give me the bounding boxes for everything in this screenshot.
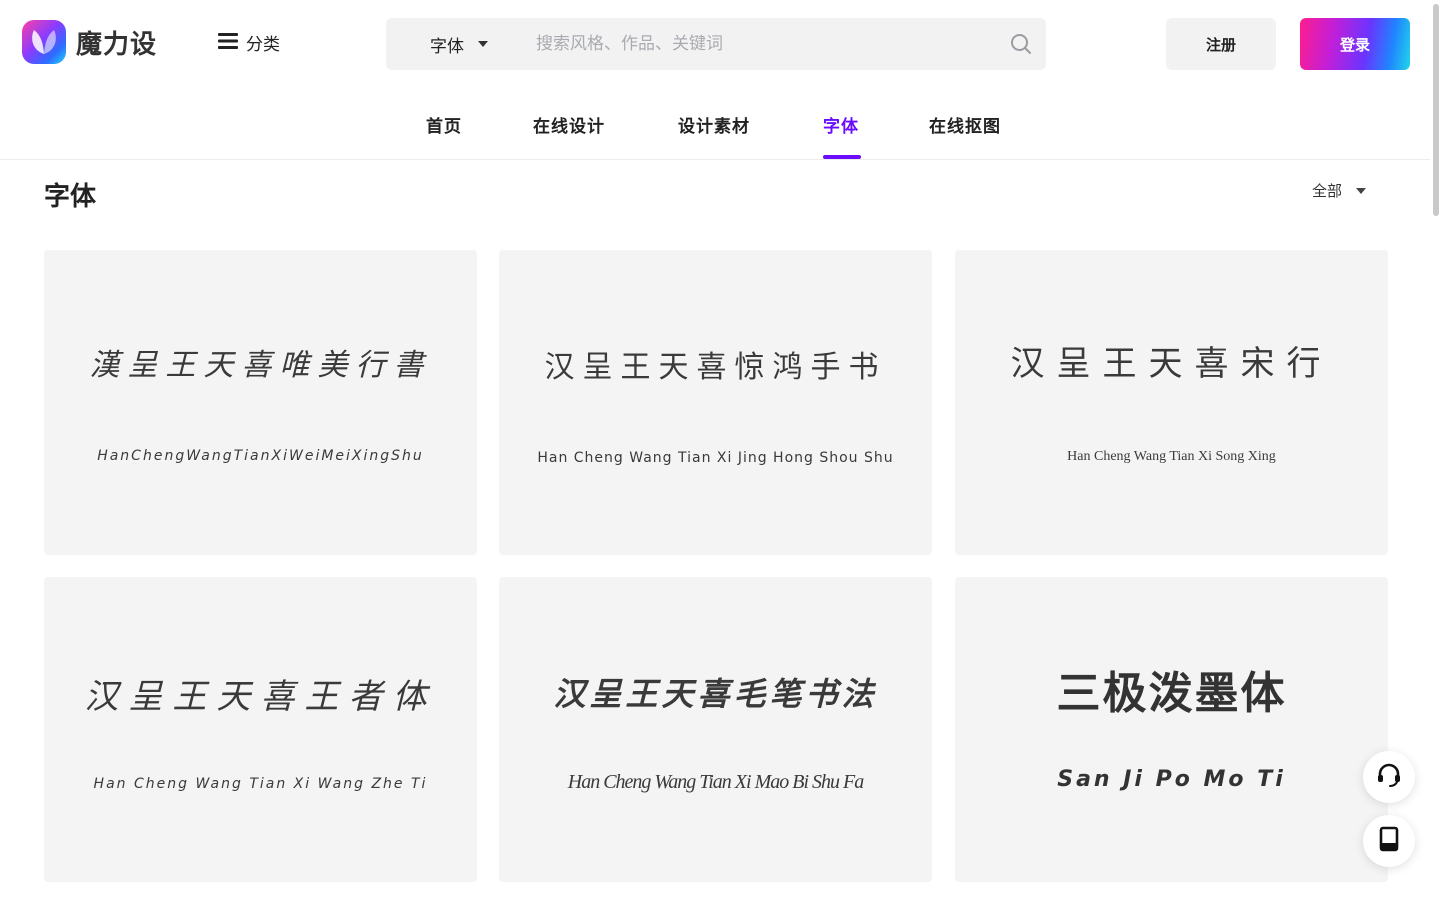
nav-item-home[interactable]: 首页: [426, 112, 462, 137]
caret-down-icon: [1356, 187, 1367, 194]
font-card[interactable]: 汉呈王天喜毛笔书法 Han Cheng Wang Tian Xi Mao Bi …: [499, 577, 932, 882]
nav-item-online-design[interactable]: 在线设计: [533, 112, 605, 137]
font-sample-text: 汉呈王天喜惊鸿手书: [544, 350, 887, 385]
font-sample-text: 汉呈王天喜王者体: [84, 677, 437, 717]
font-name-text: Han Cheng Wang Tian Xi Song Xing: [1067, 449, 1276, 464]
filter-select[interactable]: 全部: [1312, 180, 1367, 201]
customer-service-button[interactable]: [1363, 751, 1415, 803]
nav-item-online-cutout[interactable]: 在线抠图: [929, 112, 1001, 137]
font-name-text: Han Cheng Wang Tian Xi Mao Bi Shu Fa: [567, 771, 864, 793]
category-label: 分类: [246, 35, 280, 55]
page-title: 字体: [44, 182, 97, 212]
font-card[interactable]: 汉呈王天喜惊鸿手书 Han Cheng Wang Tian Xi Jing Ho…: [499, 250, 932, 555]
font-card[interactable]: 三极泼墨体 San Ji Po Mo Ti: [955, 577, 1388, 882]
main-nav: 首页 在线设计 设计素材 字体 在线抠图: [0, 88, 1430, 160]
brand-logo[interactable]: 魔力设: [22, 20, 157, 64]
font-name-text: HanChengWangTianXiWeiMeiXingShu: [97, 448, 424, 464]
category-menu-button[interactable]: 分类: [218, 30, 280, 55]
headset-icon: [1375, 761, 1403, 793]
register-button[interactable]: 注册: [1166, 18, 1276, 70]
nav-active-indicator: [823, 155, 861, 159]
filter-label: 全部: [1312, 182, 1343, 200]
scrollbar-thumb[interactable]: [1433, 4, 1439, 216]
search-icon[interactable]: [1010, 33, 1032, 59]
search-input[interactable]: [536, 29, 996, 59]
search-type-label: 字体: [430, 36, 464, 57]
brand-name: 魔力设: [76, 29, 158, 60]
font-sample-text: 汉呈王天喜宋行: [1010, 344, 1333, 384]
nav-item-design-assets[interactable]: 设计素材: [678, 112, 750, 137]
menu-icon: [218, 32, 238, 54]
font-name-text: Han Cheng Wang Tian Xi Wang Zhe Ti: [93, 776, 428, 792]
mobile-icon: [1377, 826, 1401, 856]
search-bar: 字体: [386, 18, 1046, 70]
font-sample-text: 汉呈王天喜毛笔书法: [553, 675, 878, 713]
nav-item-fonts[interactable]: 字体: [823, 112, 859, 137]
font-name-text: Han Cheng Wang Tian Xi Jing Hong Shou Sh…: [537, 450, 894, 466]
logo-mark-icon: [22, 20, 66, 64]
mobile-app-button[interactable]: [1363, 815, 1415, 867]
font-name-text: San Ji Po Mo Ti: [1057, 767, 1286, 792]
font-card[interactable]: 漢呈王天喜唯美行書 HanChengWangTianXiWeiMeiXingSh…: [44, 250, 477, 555]
login-button[interactable]: 登录: [1300, 18, 1410, 70]
caret-down-icon: [478, 41, 488, 47]
font-card[interactable]: 汉呈王天喜宋行 Han Cheng Wang Tian Xi Song Xing: [955, 250, 1388, 555]
search-type-select[interactable]: 字体: [430, 18, 488, 70]
font-card[interactable]: 汉呈王天喜王者体 Han Cheng Wang Tian Xi Wang Zhe…: [44, 577, 477, 882]
font-sample-text: 漢呈王天喜唯美行書: [89, 348, 432, 383]
font-sample-text: 三极泼墨体: [1056, 668, 1287, 719]
